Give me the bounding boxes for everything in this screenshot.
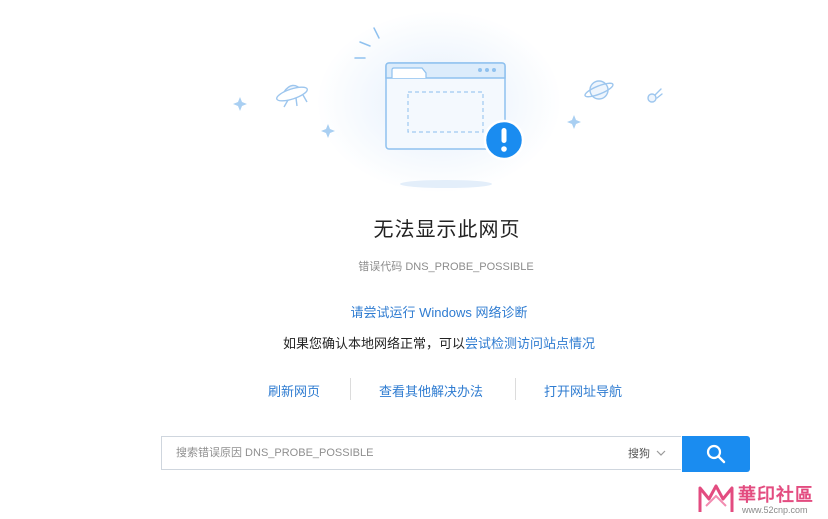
search-engine-label: 搜狗	[628, 448, 650, 460]
network-check-text: 如果您确认本地网络正常，可以	[282, 336, 465, 351]
planet-icon	[584, 80, 614, 100]
refresh-link[interactable]: 刷新网页	[268, 381, 320, 400]
illustration-svg	[233, 27, 663, 161]
search-box: 搜狗	[161, 436, 681, 470]
search-engine-select[interactable]: 搜狗	[628, 437, 666, 469]
comet-icon	[647, 88, 663, 103]
watermark-text: 華印社區	[738, 485, 814, 505]
action-divider	[350, 378, 351, 400]
windows-diagnose-link[interactable]: 请尝试运行 Windows 网络诊断	[0, 302, 828, 321]
search-icon	[706, 444, 726, 464]
open-nav-link[interactable]: 打开网址导航	[544, 381, 622, 400]
error-code: 错误代码 DNS_PROBE_POSSIBLE	[358, 261, 534, 273]
sparkle-icon	[233, 97, 247, 111]
action-divider	[515, 378, 516, 400]
ufo-icon	[276, 84, 308, 108]
watermark-url: www.52cnp.com	[742, 505, 808, 515]
exclamation-icon	[483, 119, 525, 161]
search-button[interactable]	[682, 436, 750, 472]
error-illustration	[0, 0, 828, 200]
other-solutions-link[interactable]: 查看其他解决办法	[379, 381, 483, 400]
action-links: 刷新网页 查看其他解决办法 打开网址导航	[230, 378, 660, 402]
network-check-line: 如果您确认本地网络正常，可以尝试检测访问站点情况	[0, 333, 828, 352]
page-title: 无法显示此网页	[373, 219, 521, 241]
sparkle-icon	[567, 115, 581, 129]
motion-lines-decoration	[354, 27, 380, 59]
watermark-logo-icon	[698, 484, 734, 512]
site-check-link[interactable]: 尝试检测访问站点情况	[465, 336, 595, 351]
search-input[interactable]	[176, 437, 616, 469]
chevron-down-icon	[656, 450, 666, 456]
sparkle-icon	[321, 124, 335, 138]
forum-watermark: 華印社區 www.52cnp.com	[696, 478, 826, 518]
